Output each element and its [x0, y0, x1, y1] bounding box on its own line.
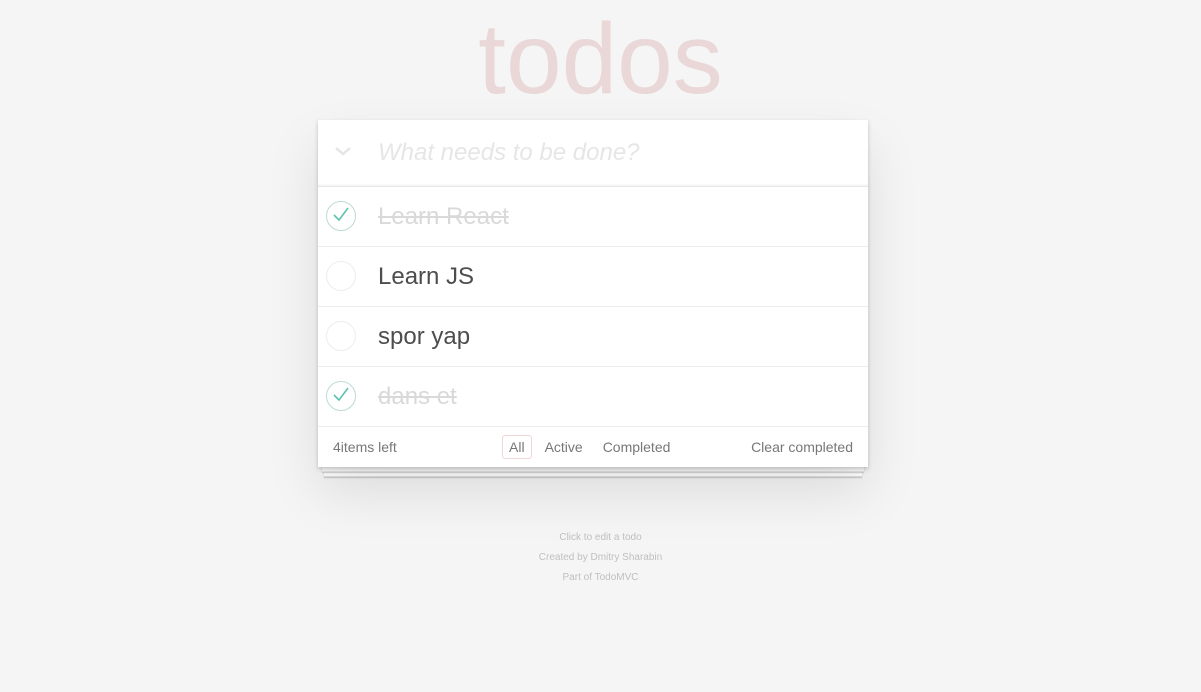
- app-title: todos: [478, 3, 723, 115]
- clear-completed-button[interactable]: Clear completed: [751, 427, 853, 467]
- info-footer: Click to edit a todo Created by Dmitry S…: [0, 528, 1201, 588]
- info-edit-hint: Click to edit a todo: [559, 532, 642, 543]
- todo-label[interactable]: Learn React: [378, 187, 509, 246]
- todo-item[interactable]: Learn JS: [318, 247, 868, 307]
- todo-checkbox[interactable]: [326, 261, 356, 291]
- todo-checkbox[interactable]: [326, 381, 356, 411]
- footer: 4items left All Active Completed Clear c…: [318, 427, 868, 467]
- filter-completed[interactable]: Completed: [596, 435, 678, 459]
- todo-label[interactable]: dans et: [378, 367, 457, 426]
- todo-checkbox[interactable]: [326, 201, 356, 231]
- todo-checkbox[interactable]: [326, 321, 356, 351]
- chevron-down-icon: [334, 144, 352, 162]
- filter-all[interactable]: All: [502, 435, 532, 459]
- filter-active[interactable]: Active: [538, 435, 590, 459]
- toggle-all-button[interactable]: [318, 120, 368, 186]
- todo-label[interactable]: Learn JS: [378, 247, 474, 306]
- new-todo-input[interactable]: [378, 120, 858, 186]
- check-icon: [332, 386, 350, 407]
- filters: All Active Completed: [502, 435, 677, 459]
- todo-label[interactable]: spor yap: [378, 307, 470, 366]
- todo-list: Learn React Learn JS spor yap dans et: [318, 187, 868, 427]
- info-credits: Created by Dmitry Sharabin: [538, 552, 663, 563]
- todo-count: 4items left: [333, 439, 397, 455]
- todo-item[interactable]: spor yap: [318, 307, 868, 367]
- header: [318, 120, 868, 187]
- info-todomvc: Part of TodoMVC: [562, 572, 639, 583]
- todo-item[interactable]: Learn React: [318, 187, 868, 247]
- todo-app: Learn React Learn JS spor yap dans et 4i…: [318, 120, 868, 467]
- todo-item[interactable]: dans et: [318, 367, 868, 427]
- check-icon: [332, 206, 350, 227]
